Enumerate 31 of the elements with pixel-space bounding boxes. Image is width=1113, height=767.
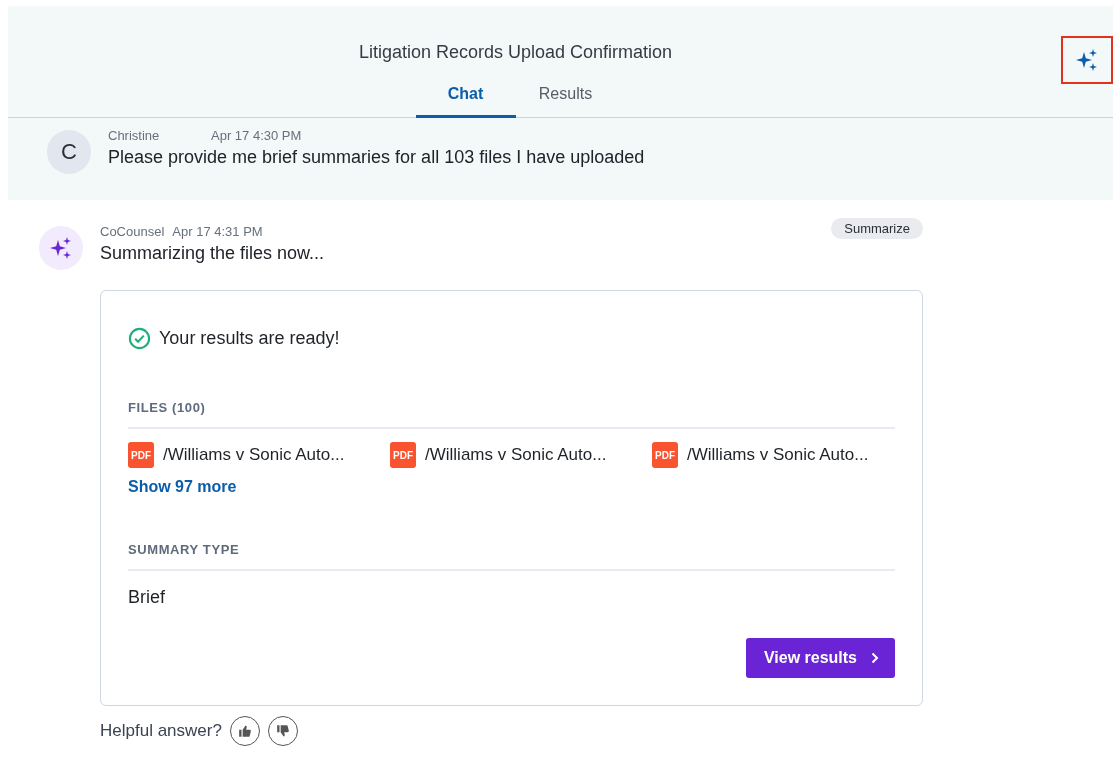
message-text: Summarizing the files now...: [100, 243, 325, 264]
file-name: /Williams v Sonic Auto...: [163, 445, 345, 465]
thumbs-up-button[interactable]: [229, 716, 260, 746]
skill-tag: Summarize: [831, 218, 923, 239]
message-time: Apr 17 4:30 PM: [211, 128, 302, 143]
pdf-icon: PDF: [390, 442, 416, 468]
thumbs-up-icon: [237, 724, 252, 738]
feedback-prompt: Helpful answer?: [100, 721, 222, 741]
section-heading: SUMMARY TYPE: [128, 542, 895, 571]
thumbs-down-icon: [275, 724, 290, 738]
pdf-icon: PDF: [128, 442, 154, 468]
status-text: Your results are ready!: [159, 328, 340, 349]
show-more-link[interactable]: Show 97 more: [128, 478, 237, 496]
tab[interactable]: Results: [515, 79, 616, 118]
chevron-right-icon: [871, 652, 879, 664]
pdf-icon: PDF: [652, 442, 678, 468]
message-time: Apr 17 4:31 PM: [172, 224, 263, 239]
view-results-button[interactable]: View results: [745, 638, 895, 678]
thumbs-down-button[interactable]: [267, 716, 298, 746]
assistant-button[interactable]: [1061, 36, 1113, 84]
file-name: /Williams v Sonic Auto...: [425, 445, 607, 465]
section-heading: FILES (100): [128, 400, 895, 429]
summary-type: Brief: [128, 587, 166, 608]
author-name: Christine: [108, 128, 161, 143]
author-name: CoCounsel: [100, 224, 165, 239]
chat-title: Litigation Records Upload Confirmation: [358, 42, 673, 63]
check-circle-icon: [128, 327, 151, 350]
message-text: Please provide me brief summaries for all 103 files I have uploaded: [108, 147, 645, 168]
tab[interactable]: Chat: [415, 79, 516, 118]
file-name: /Williams v Sonic Auto...: [687, 445, 869, 465]
user-avatar: C: [47, 130, 91, 174]
